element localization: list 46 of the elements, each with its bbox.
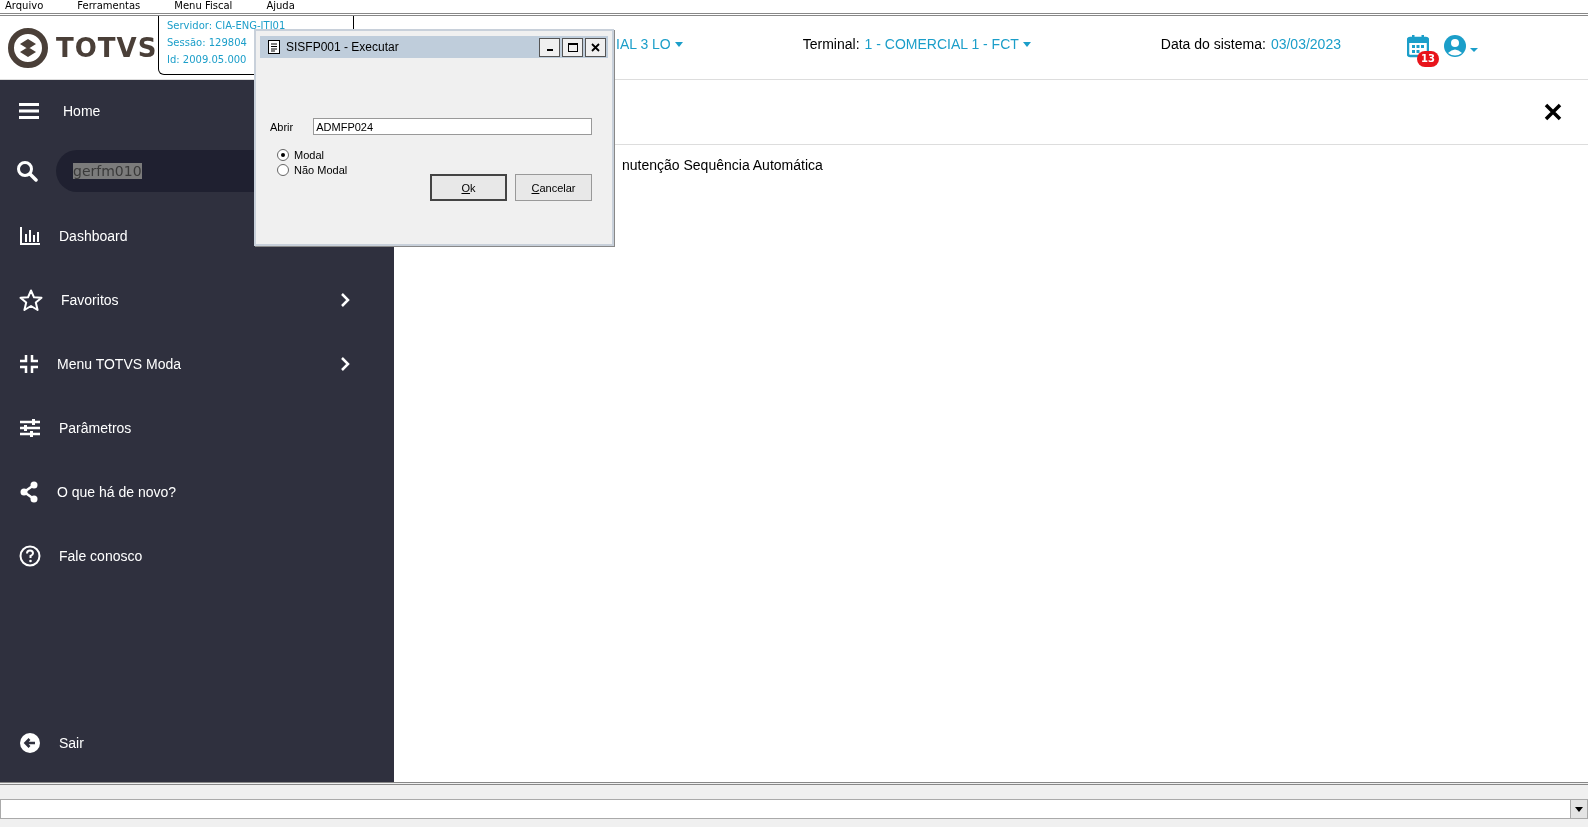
menu-icon	[19, 102, 39, 120]
menu-item[interactable]: Ferramentas	[77, 0, 145, 12]
help-icon	[19, 545, 41, 567]
sidebar-item[interactable]: Parâmetros	[0, 396, 394, 460]
terminal-label: Terminal:	[802, 35, 860, 52]
logo-text: TOTVS	[56, 32, 158, 63]
maximize-button[interactable]	[562, 37, 583, 57]
status-field[interactable]	[0, 799, 1588, 819]
radio-option[interactable]: Não Modal	[277, 164, 348, 176]
dialog-button[interactable]: Cancelar	[515, 174, 592, 201]
date-label: Data do sistema:	[1160, 35, 1266, 52]
sidebar-item[interactable]: Fale conosco	[0, 524, 394, 588]
close-icon	[591, 42, 600, 52]
sidebar-item[interactable]: Dashboard	[0, 204, 394, 268]
system-date: 03/03/2023	[1270, 35, 1341, 52]
sliders-icon	[19, 418, 41, 438]
user-menu-icon[interactable]	[1442, 32, 1479, 59]
close-button[interactable]	[585, 37, 606, 57]
server-info-text: Sessão: 129804	[167, 36, 247, 50]
field-label: Abrir	[270, 120, 294, 133]
logout-menu-item[interactable]: Sair	[0, 711, 394, 775]
dialog-button[interactable]: Ok	[430, 174, 507, 201]
share-icon	[19, 481, 39, 503]
dialog-title: SISFP001 - Executar	[286, 40, 400, 54]
menu-item[interactable]: Menu Fiscal	[174, 0, 237, 12]
sidebar-item[interactable]: O que há de novo?	[0, 460, 394, 524]
logo-icon	[8, 27, 48, 68]
minimize-button[interactable]	[539, 37, 560, 57]
server-info-text: Servidor: CIA-ENG-ITI01	[167, 19, 286, 33]
sidebar-item[interactable]: Favoritos	[0, 268, 394, 332]
menu-item[interactable]: Ajuda	[266, 0, 299, 12]
close-icon[interactable]	[1544, 103, 1562, 121]
document-icon	[268, 40, 280, 54]
menu-item[interactable]: Arquivo	[5, 0, 48, 12]
maximize-icon	[567, 42, 578, 52]
compress-icon	[19, 354, 39, 374]
arrow-left-circle-icon	[19, 732, 41, 754]
bar-chart-icon	[19, 226, 41, 246]
star-icon	[19, 289, 43, 311]
search-icon	[16, 160, 38, 182]
radio-option[interactable]: Modal	[277, 149, 324, 161]
server-info-text: Id: 2009.05.000	[167, 53, 247, 67]
program-result-text[interactable]: nutenção Sequência Automática	[622, 157, 823, 173]
input-field[interactable]: ADMFP024	[313, 118, 592, 135]
notification-badge: 13	[1416, 50, 1439, 67]
sidebar-item[interactable]: Menu TOTVS Moda	[0, 332, 394, 396]
